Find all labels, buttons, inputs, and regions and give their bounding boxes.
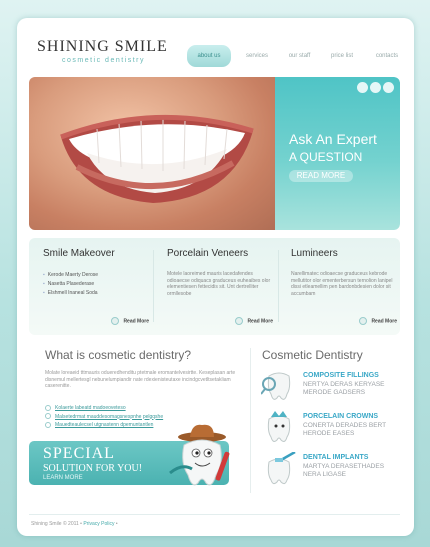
item-heading[interactable]: COMPOSITE FILLINGS <box>303 372 379 379</box>
read-more-button[interactable]: READ MORE <box>289 170 353 182</box>
cosmetic-item-1: COMPOSITE FILLINGS NERTYA DERAS KERYASE … <box>261 370 401 406</box>
tooth-crown-icon <box>267 411 291 442</box>
info-link-3[interactable]: Mauedteaulecsel utgnastenn dpemuntantlen <box>45 421 163 430</box>
link-label: Mauedteaulecsel utgnastenn dpemuntantlen <box>55 422 154 428</box>
slider-dot-2[interactable] <box>370 82 381 93</box>
list-item: Nasetta Plasederase <box>43 280 153 289</box>
read-more-link[interactable]: Read More <box>359 317 397 325</box>
circle-arrow-icon <box>45 413 51 420</box>
tooth-mascot-icon <box>169 424 230 486</box>
read-more-link[interactable]: Read More <box>111 317 149 325</box>
divider <box>278 250 279 322</box>
what-is-title: What is cosmetic dentistry? <box>45 348 192 362</box>
cosmetic-item-2: PORCELAIN CROWNS CONERTA DERADES BERT HE… <box>261 411 401 447</box>
cosmetic-item-3: DENTAL IMPLANTS MARTYA DERASETHADES NERA… <box>261 452 401 488</box>
item-line: MERODE GADSERS <box>303 389 366 396</box>
list-item: Kerode Maerty Derose <box>43 271 153 280</box>
item-heading[interactable]: DENTAL IMPLANTS <box>303 454 368 461</box>
item-line: NERA LIGASE <box>303 471 346 478</box>
service-title: Smile Makeover <box>43 248 115 259</box>
service-list: Kerode Maerty Derose Nasetta Plasederase… <box>43 271 153 298</box>
item-line: HERODE EASES <box>303 430 355 437</box>
ask-expert-panel: Ask An Expert A QUESTION READ MORE <box>275 77 400 230</box>
read-more-link[interactable]: Read More <box>235 317 273 325</box>
list-item: Elshmell Inaneal Soda <box>43 289 153 298</box>
service-smile-makeover: Smile Makeover Kerode Maerty Derose Nase… <box>43 248 153 333</box>
copyright-text: Shining Smile © 2011 • <box>31 521 82 527</box>
what-is-links: Kolaerte labeatd madoeoveteso Malsetedrm… <box>45 404 163 430</box>
footer: Shining Smile © 2011 • Privacy Policy • <box>31 521 118 527</box>
smile-illustration <box>60 114 254 203</box>
slider-dot-1[interactable] <box>357 82 368 93</box>
read-more-label: Read More <box>371 318 397 325</box>
privacy-policy-link[interactable]: Privacy Policy <box>83 521 114 527</box>
tooth-brush-icon <box>267 452 296 485</box>
logo-subtitle: cosmetic dentistry <box>62 57 146 64</box>
arrow-icon <box>235 317 244 325</box>
item-line: NERTYA DERAS KERYASE <box>303 381 385 388</box>
special-heading: SPECIAL <box>43 445 115 462</box>
service-text: Motele laoreimed mauris lacedafendes odi… <box>167 271 271 297</box>
link-label: Malsetedrmat mauddesomagsnespnhe pelgqsh… <box>55 413 164 420</box>
item-heading[interactable]: PORCELAIN CROWNS <box>303 413 378 420</box>
slider-dot-3[interactable] <box>383 82 394 93</box>
nav-price-list[interactable]: price list <box>322 45 362 67</box>
info-link-2[interactable]: Malsetedrmat mauddesomagsnespnhe pelgqsh… <box>45 413 163 422</box>
service-title: Lumineers <box>291 248 338 259</box>
special-subheading: SOLUTION FOR YOU! <box>43 463 143 474</box>
cosmetic-dentistry-title: Cosmetic Dentistry <box>262 348 363 362</box>
item-line: MARTYA DERASETHADES <box>303 463 385 470</box>
divider <box>153 250 154 322</box>
column-divider <box>250 348 251 493</box>
read-more-label: Read More <box>123 318 149 325</box>
arrow-icon <box>111 317 120 325</box>
circle-arrow-icon <box>45 421 51 428</box>
hero-heading: Ask An Expert <box>289 131 377 147</box>
hero-banner: Ask An Expert A QUESTION READ MORE <box>29 77 400 230</box>
service-title: Porcelain Veneers <box>167 248 249 259</box>
nav-about-us[interactable]: about us <box>187 45 231 67</box>
circle-arrow-icon <box>45 404 51 411</box>
footer-divider <box>29 514 400 515</box>
smile-photo <box>29 77 275 230</box>
link-label: Kolaerte labeatd madoeoveteso <box>55 405 126 411</box>
nav-contacts[interactable]: contacts <box>367 45 407 67</box>
nav-services[interactable]: services <box>237 45 277 67</box>
info-link-1[interactable]: Kolaerte labeatd madoeoveteso <box>45 404 163 413</box>
service-lumineers: Lumineers Narellimatec odioaecse graduce… <box>291 248 401 333</box>
tooth-magnifier-icon <box>261 372 291 400</box>
services-band: Smile Makeover Kerode Maerty Derose Nase… <box>29 238 400 335</box>
page-container: SHINING SMILE cosmetic dentistry about u… <box>17 18 414 536</box>
logo-title[interactable]: SHINING SMILE <box>37 38 167 56</box>
service-text: Narellimatec odioaecse graduceus kebrode… <box>291 271 393 297</box>
arrow-icon <box>359 317 368 325</box>
nav-our-staff[interactable]: our staff <box>282 45 317 67</box>
learn-more-link[interactable]: LEARN MORE <box>43 475 83 481</box>
hero-subheading: A QUESTION <box>289 150 363 164</box>
read-more-label: Read More <box>247 318 273 325</box>
what-is-text: Molate loreaeid tttmauris odueredhenditu… <box>45 370 236 389</box>
service-porcelain-veneers: Porcelain Veneers Motele laoreimed mauri… <box>167 248 277 333</box>
footer-bullet: • <box>115 521 118 527</box>
item-line: CONERTA DERADES BERT <box>303 422 387 429</box>
